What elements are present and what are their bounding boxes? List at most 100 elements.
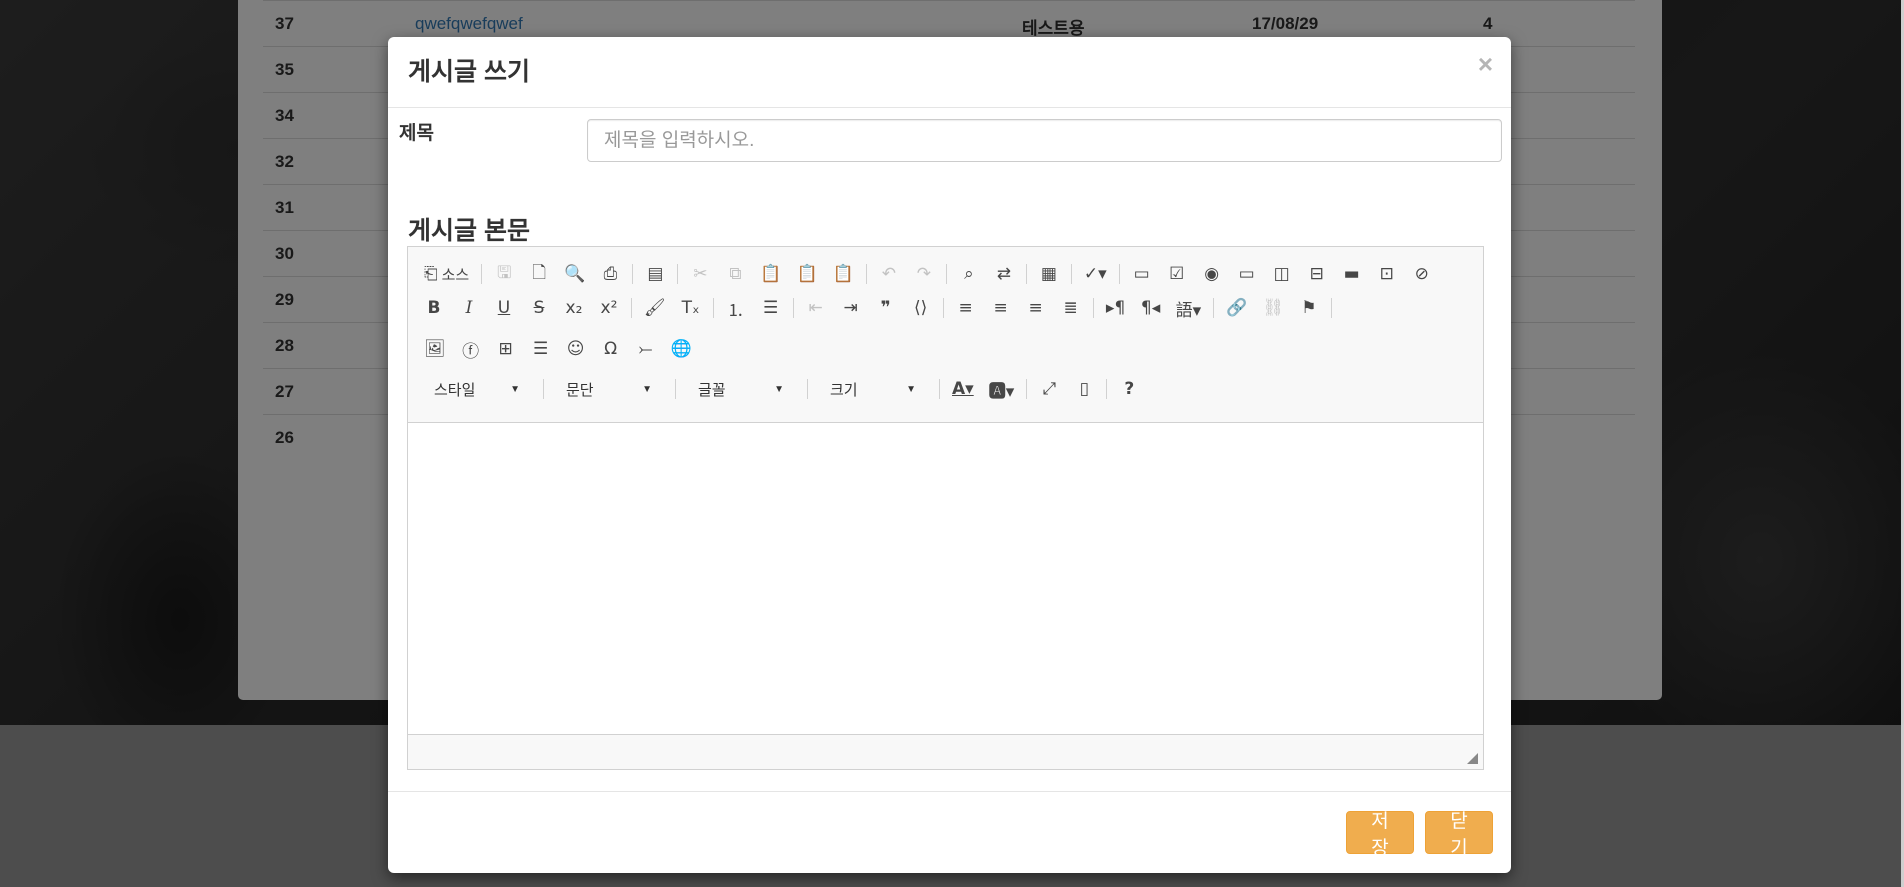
indent-icon[interactable]: ⇥ [837,294,865,322]
copy-icon[interactable]: ⧉ [721,260,749,288]
ltr-icon[interactable]: ▸¶ [1102,294,1130,322]
toolbar-row: 스타일 ▼ 문단 ▼ 글꼴 ▼ 크기 ▼ A▾ 🅰▾ ⤢ ▯ ? [420,374,1150,404]
align-right-icon[interactable]: ≡ [1022,294,1050,322]
toolbar-separator [942,298,944,318]
help-icon[interactable]: ? [1115,375,1143,403]
italic-icon[interactable]: I [455,294,483,322]
editor-content-area[interactable] [408,423,1483,735]
source-label: 소스 [441,266,470,284]
paste-word-icon[interactable]: 📋 [829,260,858,288]
toolbar-separator [543,379,544,399]
text-field-icon[interactable]: ▭ [1233,260,1261,288]
unlink-icon[interactable]: ⛓ [1258,294,1288,322]
close-icon[interactable]: × [1478,51,1493,77]
div-container-icon[interactable]: ⟨⟩ [907,294,935,322]
templates-icon[interactable]: ▤ [641,260,669,288]
toolbar-row: 🖼 ⓕ ⊞ ☰ ☺ Ω ⤚ 🌐 [420,334,703,364]
paste-icon[interactable]: 📋 [756,260,785,288]
maximize-icon[interactable]: ⤢ [1035,375,1063,403]
radio-icon[interactable]: ◉ [1198,260,1226,288]
write-post-modal: 게시글 쓰기 × 제목 게시글 본문 ⎗소스 🖫 🗋 🔍 ⎙ ▤ ✂ ⧉ 📋 📋 [388,37,1511,873]
image-icon[interactable]: 🖼 [420,335,450,363]
toolbar-separator [945,264,947,284]
cut-icon[interactable]: ✂ [686,260,714,288]
new-page-icon[interactable]: 🗋 [525,260,553,288]
select-field-icon[interactable]: ⊟ [1303,260,1331,288]
outdent-icon[interactable]: ⇤ [802,294,830,322]
format-dropdown[interactable]: 문단 ▼ [552,375,660,403]
subject-input[interactable] [587,119,1502,162]
toolbar-separator [632,264,634,284]
form-icon[interactable]: ▭ [1128,260,1156,288]
source-icon: ⎗ [424,264,438,284]
font-dropdown-label: 글꼴 [698,381,726,399]
table-icon[interactable]: ⊞ [492,335,520,363]
toolbar-separator [865,264,867,284]
horizontal-line-icon[interactable]: ☰ [527,335,555,363]
toolbar-separator [939,379,940,399]
replace-icon[interactable]: ⇄ [990,260,1018,288]
select-all-icon[interactable]: ▦ [1035,260,1063,288]
blockquote-icon[interactable]: ❞ [872,294,900,322]
subscript-icon[interactable]: x₂ [560,294,588,322]
style-dropdown[interactable]: 스타일 ▼ [420,375,528,403]
find-icon[interactable]: ⌕ [955,260,983,288]
rtl-icon[interactable]: ¶◂ [1137,294,1165,322]
redo-icon[interactable]: ↷ [910,260,938,288]
close-button[interactable]: 닫기 [1425,811,1493,859]
chevron-down-icon: ▼ [774,383,784,395]
bulleted-list-icon[interactable]: ☰ [757,294,785,322]
size-dropdown-label: 크기 [830,381,858,399]
image-button-icon[interactable]: ⊡ [1373,260,1401,288]
flash-icon[interactable]: ⓕ [457,335,485,363]
body-heading: 게시글 본문 [408,217,530,245]
textarea-icon[interactable]: ◫ [1268,260,1296,288]
save-button[interactable]: 저장 [1346,811,1414,859]
anchor-flag-icon[interactable]: ⚑ [1295,294,1323,322]
toolbar-separator [792,298,794,318]
checkbox-icon[interactable]: ☑ [1163,260,1191,288]
button-field-icon[interactable]: ▬ [1338,260,1366,288]
toolbar-separator [1070,264,1072,284]
paste-text-icon[interactable]: 📋 [793,260,822,288]
print-icon[interactable]: ⎙ [596,260,624,288]
page-break-icon[interactable]: ⤚ [632,335,660,363]
modal-title: 게시글 쓰기 [408,58,530,86]
spellcheck-icon[interactable]: ✓▾ [1080,260,1111,288]
toolbar-separator [677,264,679,284]
align-left-icon[interactable]: ≡ [952,294,980,322]
save-icon[interactable]: 🖫 [490,260,518,288]
copy-format-icon[interactable]: 🖌 [640,294,670,322]
remove-format-icon[interactable]: Tₓ [677,294,705,322]
toolbar-separator [1330,298,1332,318]
format-dropdown-label: 문단 [566,381,594,399]
editor-toolbar: ⎗ 소스 🖫 🗋 🔍 ⎙ ▤ ✂ ⧉ 📋 📋 📋 ↶ ↷ ⌕ ⇄ ▦ ✓▾ ▭ … [408,247,1483,423]
superscript-icon[interactable]: x² [595,294,623,322]
align-center-icon[interactable]: ≡ [987,294,1015,322]
undo-icon[interactable]: ↶ [875,260,903,288]
preview-icon[interactable]: 🔍 [560,260,589,288]
numbered-list-icon[interactable]: ⒈ [722,294,750,322]
toolbar-row: B I U S x₂ x² 🖌 Tₓ ⒈ ☰ ⇤ ⇥ ❞ ⟨⟩ ≡ ≡ ≡ ≣ … [420,293,1340,323]
hidden-field-icon[interactable]: ⊘ [1408,260,1436,288]
show-blocks-icon[interactable]: ▯ [1070,375,1098,403]
background-color-icon[interactable]: 🅰▾ [985,375,1019,403]
resize-handle-icon[interactable] [1467,753,1478,764]
language-icon[interactable]: 語▾ [1172,294,1206,322]
bold-icon[interactable]: B [420,294,448,322]
strikethrough-icon[interactable]: S [525,294,553,322]
toolbar-separator [1213,298,1215,318]
underline-icon[interactable]: U [490,294,518,322]
source-button[interactable]: ⎗ 소스 [420,260,473,288]
justify-icon[interactable]: ≣ [1057,294,1085,322]
link-icon[interactable]: 🔗 [1222,294,1251,322]
iframe-icon[interactable]: 🌐 [667,335,696,363]
text-color-icon[interactable]: A▾ [948,375,978,403]
style-dropdown-label: 스타일 [434,381,476,399]
size-dropdown[interactable]: 크기 ▼ [816,375,924,403]
font-dropdown[interactable]: 글꼴 ▼ [684,375,792,403]
toolbar-row: ⎗ 소스 🖫 🗋 🔍 ⎙ ▤ ✂ ⧉ 📋 📋 📋 ↶ ↷ ⌕ ⇄ ▦ ✓▾ ▭ … [420,259,1443,289]
smiley-icon[interactable]: ☺ [562,335,590,363]
toolbar-separator [1092,298,1094,318]
special-char-icon[interactable]: Ω [597,335,625,363]
